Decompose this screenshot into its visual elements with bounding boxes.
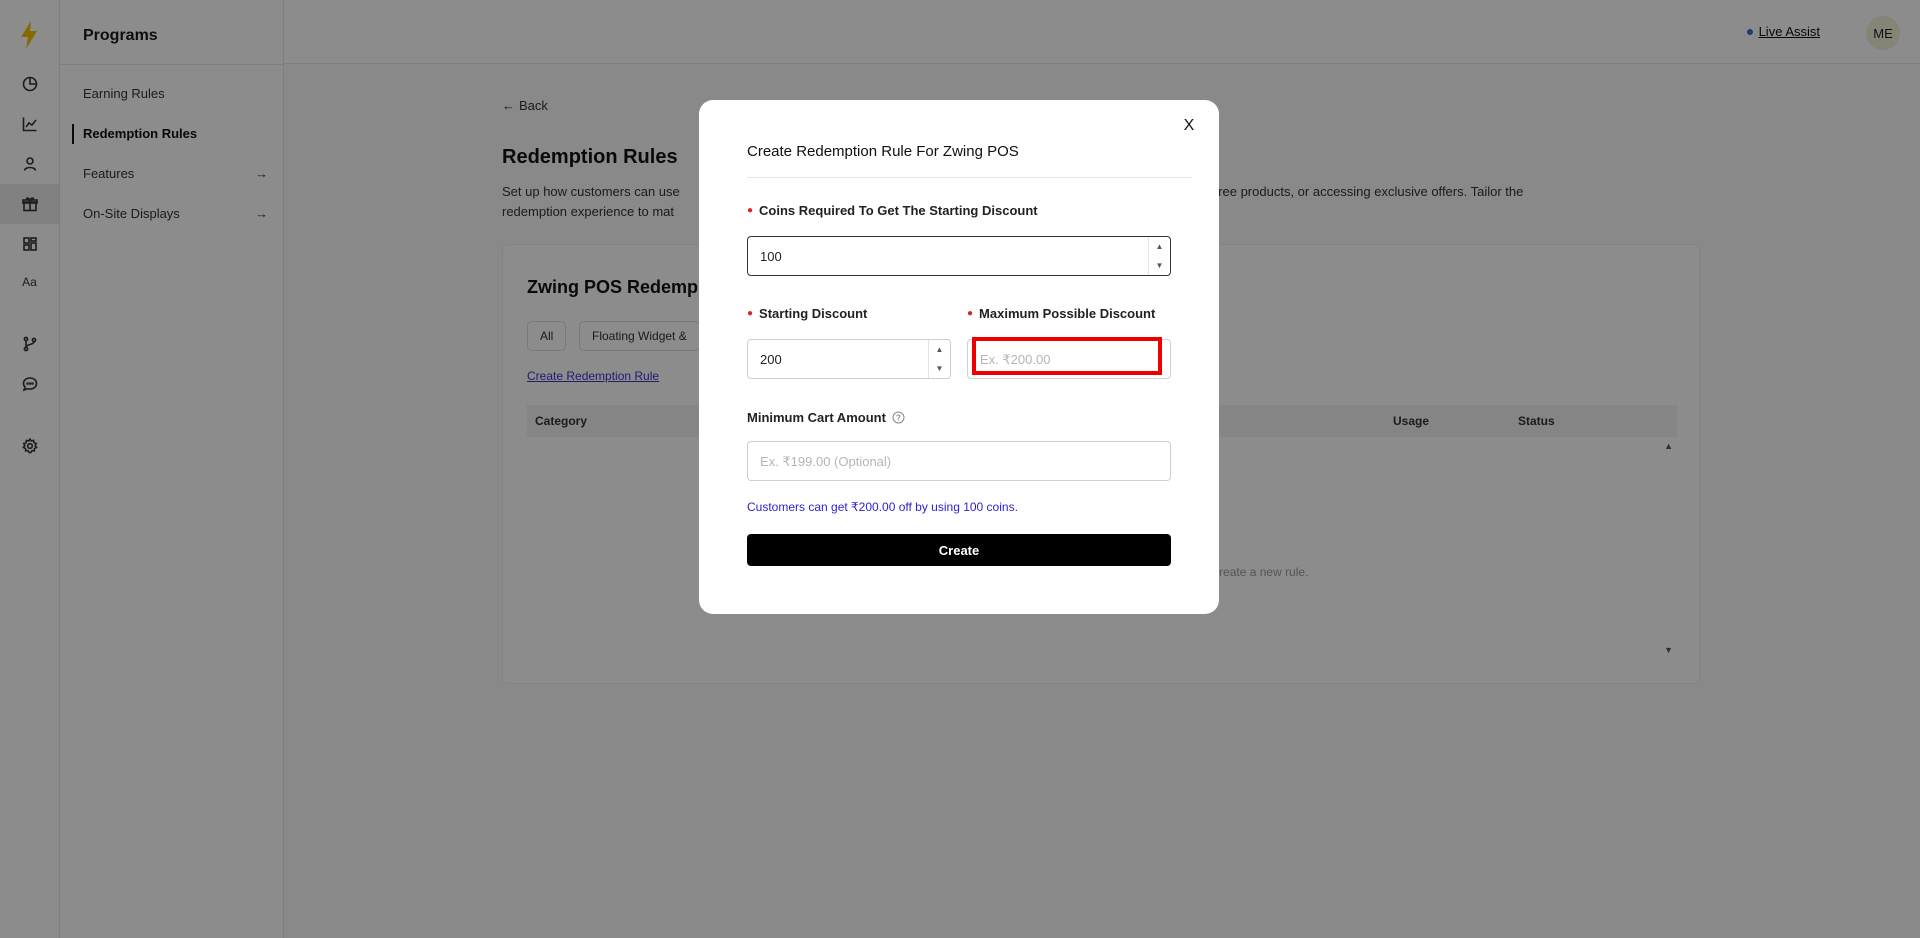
coins-field[interactable]: ▲ ▼: [747, 236, 1171, 276]
chevron-down-icon[interactable]: ▼: [1149, 256, 1170, 275]
starting-discount-stepper[interactable]: ▲ ▼: [928, 340, 950, 378]
min-cart-label-text: Minimum Cart Amount: [747, 410, 886, 425]
chevron-down-icon[interactable]: ▼: [929, 359, 950, 378]
coins-input[interactable]: [748, 237, 1170, 275]
coins-label-text: Coins Required To Get The Starting Disco…: [759, 203, 1038, 218]
chevron-up-icon[interactable]: ▲: [929, 340, 950, 359]
coins-label: ● Coins Required To Get The Starting Dis…: [747, 203, 1038, 218]
min-cart-field[interactable]: [747, 441, 1171, 481]
modal-title: Create Redemption Rule For Zwing POS: [747, 143, 1019, 160]
create-button[interactable]: Create: [747, 534, 1171, 566]
max-discount-input[interactable]: [968, 340, 1170, 378]
redemption-summary: Customers can get ₹200.00 off by using 1…: [747, 500, 1018, 514]
required-icon: ●: [747, 308, 754, 319]
min-cart-label: Minimum Cart Amount ?: [747, 410, 905, 425]
starting-discount-label-text: Starting Discount: [759, 306, 868, 321]
help-icon[interactable]: ?: [892, 411, 905, 424]
starting-discount-input[interactable]: [748, 340, 950, 378]
max-discount-label-text: Maximum Possible Discount: [979, 306, 1156, 321]
modal-divider: [747, 177, 1192, 178]
min-cart-input[interactable]: [748, 442, 1170, 480]
svg-text:?: ?: [896, 414, 901, 423]
required-icon: ●: [967, 308, 974, 319]
coins-stepper[interactable]: ▲ ▼: [1148, 237, 1170, 275]
max-discount-label: ● Maximum Possible Discount: [967, 306, 1155, 321]
chevron-up-icon[interactable]: ▲: [1149, 237, 1170, 256]
close-icon[interactable]: X: [1179, 116, 1199, 136]
starting-discount-label: ● Starting Discount: [747, 306, 867, 321]
required-icon: ●: [747, 205, 754, 216]
starting-discount-field[interactable]: ▲ ▼: [747, 339, 951, 379]
create-redemption-rule-modal: X Create Redemption Rule For Zwing POS ●…: [699, 100, 1219, 614]
max-discount-field[interactable]: [967, 339, 1171, 379]
